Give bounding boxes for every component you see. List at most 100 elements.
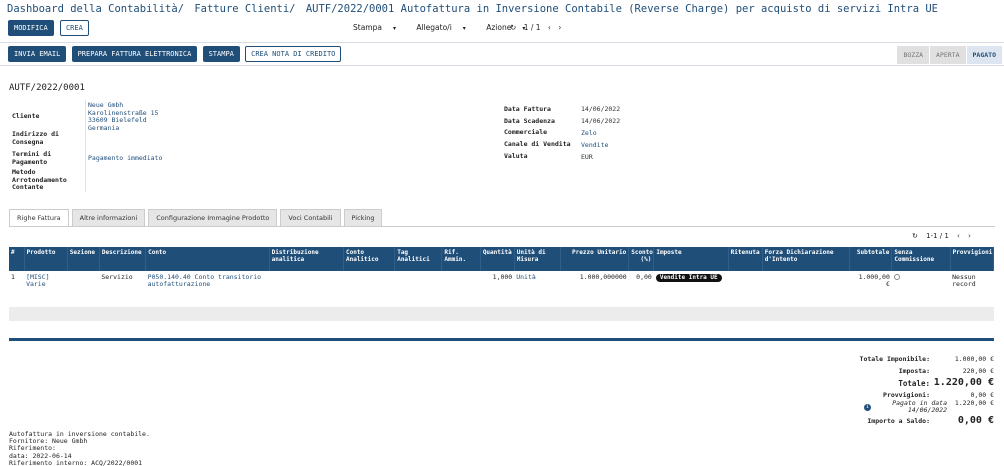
cell-quantity: 1,000 (492, 273, 513, 281)
col-header[interactable]: Conto Analitico (343, 247, 396, 271)
info-icon[interactable]: i (864, 404, 871, 411)
refresh-icon[interactable]: ↻ (510, 23, 516, 32)
customer-value[interactable]: Neue Gmbh Karolinenstraße 15 33609 Biele… (88, 101, 158, 132)
due-date-label: Data Scadenza (504, 117, 555, 125)
table-row[interactable]: 1 [MISC] Varie Servizio P050.140.40 Cont… (9, 271, 994, 293)
commission-label: Provvigioni: (883, 391, 930, 399)
col-header[interactable]: Prodotto (24, 247, 68, 271)
chevron-left-icon[interactable]: ‹ (957, 232, 960, 240)
customer-label: Cliente (12, 112, 40, 120)
cell-product[interactable]: [MISC] Varie (24, 271, 67, 293)
field-separator (85, 100, 86, 192)
breadcrumb-invoices[interactable]: Fatture Clienti (194, 3, 289, 15)
col-header[interactable]: Subtotale (849, 247, 893, 271)
taxable-label: Totale Imponibile: (859, 355, 930, 363)
col-header[interactable]: Provvigioni (950, 247, 995, 271)
invoice-lines-table: # Prodotto Sezione Descrizione Conto Dis… (9, 247, 995, 335)
col-header[interactable]: Rif. Ammin. (441, 247, 481, 271)
divider (0, 42, 1004, 43)
cell-no-commission[interactable] (892, 271, 950, 293)
table-row-empty (9, 307, 994, 321)
col-header[interactable]: Ritenuta (728, 247, 763, 271)
tab-product-image-config[interactable]: Configurazione Immagine Prodotto (148, 209, 278, 226)
cell-analytic-distribution (269, 271, 343, 293)
col-header[interactable]: # (9, 247, 25, 271)
print-menu[interactable]: Stampa ▾ (353, 23, 405, 32)
sales-channel-value[interactable]: Vendite (581, 141, 608, 149)
col-header[interactable]: Descrizione (99, 247, 147, 271)
payment-label: Pagato in data 14/06/2022 (892, 399, 947, 414)
tab-underline (9, 226, 995, 227)
col-header[interactable]: Forza Dichiarazione d'Intento (762, 247, 851, 271)
chevron-right-icon[interactable]: › (558, 23, 561, 32)
record-pager: ↻ 1 / 1 ‹ › (510, 23, 566, 32)
pager-value[interactable]: 1 / 1 (524, 23, 541, 32)
total-value: 1.220,00 € (933, 377, 994, 388)
print-button[interactable]: STAMPA (202, 46, 240, 62)
invoice-date-value: 14/06/2022 (581, 105, 621, 113)
breadcrumb-separator: / (289, 3, 296, 15)
divider (0, 65, 1004, 66)
tab-other-info[interactable]: Altre informazioni (71, 209, 146, 226)
col-header[interactable]: Senza Commissione (891, 247, 951, 271)
prepare-einvoice-button[interactable]: PREPARA FATTURA ELETTRONICA (71, 46, 198, 62)
status-paid[interactable]: PAGATO (965, 46, 1002, 64)
tax-value: 220,00 € (962, 367, 994, 375)
table-row-empty (9, 321, 994, 335)
tax-badge: Vendite Intra UE (655, 274, 722, 282)
breadcrumb-separator: / (177, 3, 185, 15)
commission-value: 0,00 € (970, 391, 994, 399)
chevron-right-icon[interactable]: › (968, 232, 971, 240)
due-date-value: 14/06/2022 (581, 117, 621, 125)
cell-uom[interactable]: Unità (514, 271, 560, 293)
chevron-left-icon[interactable]: ‹ (548, 23, 551, 32)
currency-value: EUR (581, 153, 593, 161)
send-email-button[interactable]: INVIA EMAIL (8, 46, 67, 62)
col-header[interactable]: Quantità (480, 247, 515, 271)
edit-button[interactable]: MODIFICA (8, 20, 54, 36)
notebook-tabs: Righe Fattura Altre informazioni Configu… (9, 209, 385, 226)
tab-invoice-lines[interactable]: Righe Fattura (9, 209, 69, 226)
cell-section (67, 271, 99, 293)
create-button[interactable]: CREA (59, 20, 89, 36)
col-header[interactable]: Sconto (%) (628, 247, 655, 271)
table-header: # Prodotto Sezione Descrizione Conto Dis… (9, 247, 995, 271)
cell-admin-ref (442, 271, 480, 293)
tax-label: Imposta: (898, 367, 930, 375)
breadcrumb-dashboard[interactable]: Dashboard della Contabilità (7, 3, 178, 15)
caret-down-icon: ▾ (462, 25, 466, 32)
salesperson-value[interactable]: Zelo (581, 129, 597, 137)
checkbox[interactable] (893, 274, 900, 280)
col-header[interactable]: Distribuzione analitica (269, 247, 344, 271)
col-header[interactable]: Imposte (653, 247, 729, 271)
status-open[interactable]: APERTA (929, 46, 966, 64)
payment-value: 1.220,00 € (954, 399, 994, 407)
lines-pager: ↻ 1-1 / 1 ‹ › (912, 232, 977, 240)
status-bar: BOZZA APERTA PAGATO (896, 46, 1002, 64)
refresh-icon[interactable]: ↻ (912, 232, 918, 240)
cell-withholding (728, 271, 762, 293)
currency-label: Valuta (504, 152, 528, 160)
create-credit-note-button[interactable]: CREA NOTA DI CREDITO (245, 46, 342, 62)
lines-pager-value[interactable]: 1-1 / 1 (926, 232, 949, 240)
cell-analytic-account (343, 271, 394, 293)
sales-channel-label: Canale di Vendita (504, 140, 571, 148)
col-header[interactable]: Unità di Misura (514, 247, 561, 271)
cell-num: 1 (11, 273, 15, 281)
payment-terms-value[interactable]: Pagamento immediato (88, 154, 162, 162)
breadcrumb: Dashboard della Contabilità/ Fatture Cli… (7, 3, 938, 15)
col-header[interactable]: Prezzo Unitario (560, 247, 630, 271)
tab-picking[interactable]: Picking (343, 209, 383, 226)
tab-journal-items[interactable]: Voci Contabili (280, 209, 341, 226)
cell-subtotal: 1.000,00 € (858, 273, 890, 288)
cell-discount: 0,00 (636, 273, 652, 281)
balance-value: 0,00 € (957, 415, 994, 426)
cell-account[interactable]: P050.140.40 Conto transitorio autofattur… (146, 271, 270, 293)
control-panel: MODIFICA CREA (8, 20, 91, 36)
col-header[interactable]: Conto (145, 247, 270, 271)
cell-analytic-tags (395, 271, 442, 293)
attachments-menu[interactable]: Allegato/i ▾ (416, 23, 474, 32)
status-draft[interactable]: BOZZA (896, 46, 930, 64)
col-header[interactable]: Sezione (67, 247, 100, 271)
col-header[interactable]: Tag Analitici (394, 247, 443, 271)
